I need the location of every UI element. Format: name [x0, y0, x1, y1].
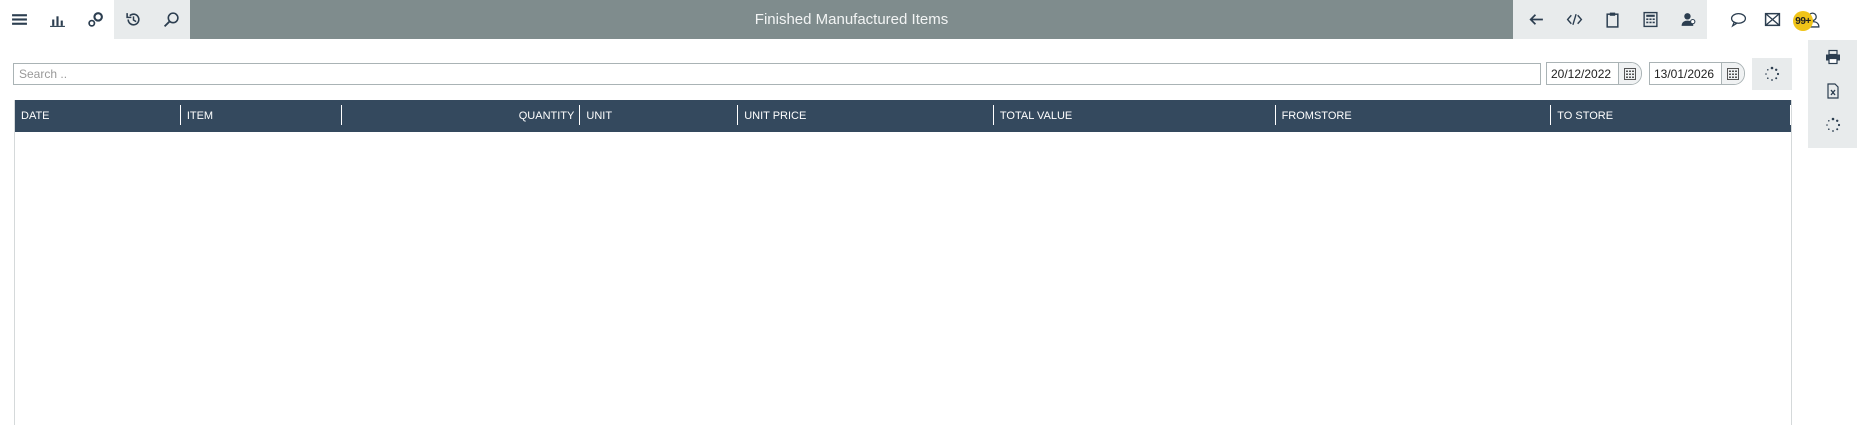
bar-chart-icon[interactable] [38, 0, 76, 39]
refresh-button[interactable] [1752, 58, 1792, 90]
top-bar: Finished Manufactured Items [0, 0, 1857, 39]
column-header-to-store[interactable]: TO STORE [1551, 100, 1791, 132]
column-header-date[interactable]: DATE [15, 100, 181, 132]
menu-icon[interactable] [0, 0, 38, 39]
chat-icon[interactable] [1719, 0, 1757, 39]
spinner-icon [1765, 66, 1780, 81]
excel-export-icon[interactable] [1808, 74, 1857, 108]
column-header-quantity[interactable]: QUANTITY [342, 100, 581, 132]
toolbar-left [0, 0, 190, 39]
search-input[interactable] [13, 63, 1541, 85]
table-body [15, 132, 1791, 425]
toolbar-mid [1513, 0, 1707, 39]
back-arrow-icon[interactable] [1517, 0, 1555, 39]
search-icon[interactable] [152, 0, 190, 39]
notification-badge[interactable]: 99+ [1793, 11, 1813, 31]
history-icon[interactable] [114, 0, 152, 39]
clipboard-icon[interactable] [1593, 0, 1631, 39]
calculator-icon[interactable] [1631, 0, 1669, 39]
date-from-picker[interactable] [1546, 62, 1642, 85]
date-from-input[interactable] [1547, 63, 1619, 84]
column-header-unit[interactable]: UNIT [580, 100, 739, 132]
data-table: DATE ITEM QUANTITY UNIT UNIT PRICE TOTAL… [14, 100, 1792, 425]
calendar-icon[interactable] [1619, 63, 1641, 84]
column-header-item[interactable]: ITEM [181, 100, 342, 132]
column-header-total-value[interactable]: TOTAL VALUE [994, 100, 1276, 132]
column-header-fromstore[interactable]: FROMSTORE [1276, 100, 1552, 132]
gears-icon[interactable] [76, 0, 114, 39]
users-icon[interactable] [1669, 0, 1707, 39]
column-header-unit-price[interactable]: UNIT PRICE [738, 100, 994, 132]
side-toolbar [1808, 40, 1857, 148]
print-icon[interactable] [1808, 40, 1857, 74]
mail-icon[interactable] [1757, 0, 1787, 39]
table-header: DATE ITEM QUANTITY UNIT UNIT PRICE TOTAL… [15, 100, 1791, 132]
date-to-picker[interactable] [1649, 62, 1745, 85]
page-title: Finished Manufactured Items [190, 0, 1513, 39]
code-icon[interactable] [1555, 0, 1593, 39]
calendar-icon[interactable] [1722, 63, 1744, 84]
refresh-icon[interactable] [1808, 108, 1857, 142]
date-to-input[interactable] [1650, 63, 1722, 84]
